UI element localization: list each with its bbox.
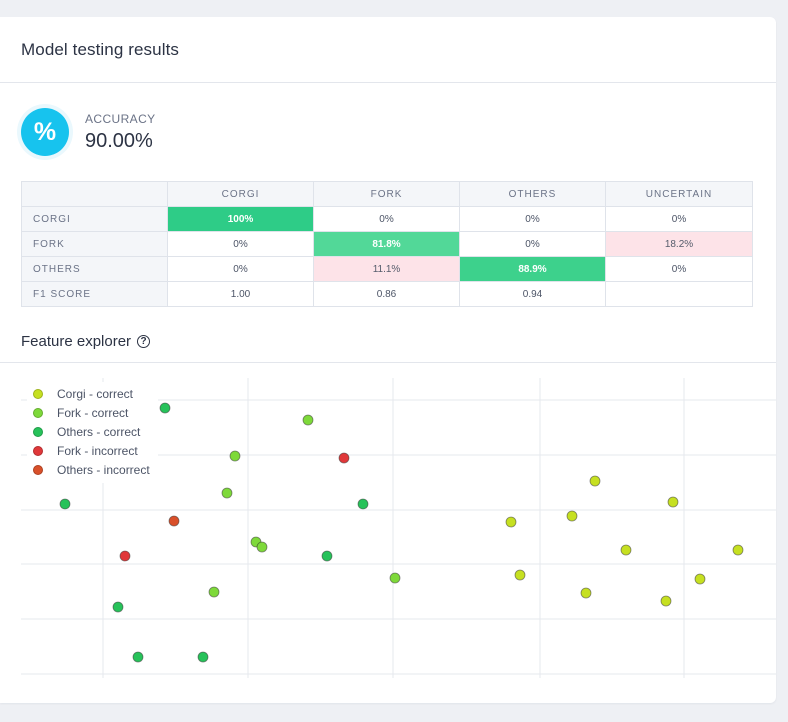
accuracy-summary: % ACCURACY 90.00% (21, 108, 156, 156)
legend-swatch (33, 388, 43, 399)
model-testing-card: Model testing results % ACCURACY 90.00% … (0, 17, 776, 703)
scatter-point[interactable] (321, 550, 333, 562)
matrix-cell: 0% (313, 206, 460, 232)
scatter-point[interactable] (620, 544, 632, 556)
feature-explorer-title: Feature explorer ? (21, 333, 151, 350)
legend-item[interactable]: Fork - correct (33, 403, 150, 422)
confusion-matrix: CORGI FORK OTHERS UNCERTAIN CORGI 100% 0… (21, 181, 753, 307)
matrix-column-header: CORGI (167, 181, 314, 207)
scatter-point[interactable] (589, 475, 601, 487)
legend-swatch (33, 445, 43, 456)
scatter-point[interactable] (59, 498, 71, 510)
scatter-point[interactable] (732, 544, 744, 556)
matrix-header-row: CORGI FORK OTHERS UNCERTAIN (21, 181, 753, 207)
scatter-point[interactable] (197, 651, 209, 663)
matrix-row-label: FORK (21, 231, 168, 257)
scatter-point[interactable] (168, 515, 180, 527)
matrix-cell: 0.86 (313, 281, 460, 307)
scatter-point[interactable] (229, 450, 241, 462)
legend-label: Corgi - correct (57, 386, 134, 401)
scatter-point[interactable] (357, 498, 369, 510)
matrix-cell: 88.9% (459, 256, 606, 282)
matrix-cell: 0% (459, 231, 606, 257)
feature-explorer-label: Feature explorer (21, 333, 132, 350)
scatter-point[interactable] (112, 601, 124, 613)
legend-item[interactable]: Others - incorrect (33, 460, 150, 479)
scatter-point[interactable] (221, 487, 233, 499)
matrix-row-f1: F1 SCORE 1.00 0.86 0.94 (21, 281, 753, 307)
legend-item[interactable]: Others - correct (33, 422, 150, 441)
matrix-row-corgi: CORGI 100% 0% 0% 0% (21, 206, 753, 232)
matrix-column-header: OTHERS (459, 181, 606, 207)
matrix-column-header: UNCERTAIN (605, 181, 753, 207)
matrix-cell: 0% (167, 231, 314, 257)
matrix-cell: 0% (167, 256, 314, 282)
matrix-row-label: CORGI (21, 206, 168, 232)
scatter-point[interactable] (256, 541, 268, 553)
scatter-point[interactable] (119, 550, 131, 562)
scatter-point[interactable] (208, 586, 220, 598)
legend-item[interactable]: Fork - incorrect (33, 441, 150, 460)
legend-label: Fork - correct (57, 405, 129, 420)
matrix-cell: 81.8% (313, 231, 460, 257)
accuracy-value: 90.00% (85, 129, 153, 152)
matrix-corner-cell (21, 181, 168, 207)
matrix-column-header: FORK (313, 181, 460, 207)
scatter-point[interactable] (302, 414, 314, 426)
matrix-row-others: OTHERS 0% 11.1% 88.9% 0% (21, 256, 753, 282)
matrix-row-label: F1 SCORE (21, 281, 168, 307)
matrix-row-label: OTHERS (21, 256, 168, 282)
legend-swatch (33, 407, 43, 418)
scatter-point[interactable] (667, 496, 679, 508)
matrix-cell: 0% (459, 206, 606, 232)
legend-label: Fork - incorrect (57, 443, 138, 458)
scatter-point[interactable] (580, 587, 592, 599)
legend-swatch (33, 464, 43, 475)
matrix-cell: 11.1% (313, 256, 460, 282)
matrix-cell: 18.2% (605, 231, 753, 257)
matrix-cell: 0% (605, 206, 753, 232)
matrix-cell (605, 281, 753, 307)
feature-explorer-plot[interactable]: Corgi - correct Fork - correct Others - co… (0, 378, 776, 678)
matrix-cell: 1.00 (167, 281, 314, 307)
accuracy-label: ACCURACY (85, 111, 156, 126)
scatter-point[interactable] (660, 595, 672, 607)
scatter-point[interactable] (338, 452, 350, 464)
legend-label: Others - correct (57, 424, 141, 439)
matrix-cell: 0% (605, 256, 753, 282)
card-header: Model testing results (0, 17, 776, 83)
scatter-point[interactable] (566, 510, 578, 522)
scatter-point[interactable] (159, 402, 171, 414)
scatter-point[interactable] (694, 573, 706, 585)
help-circle-icon[interactable]: ? (137, 335, 151, 348)
legend-item[interactable]: Corgi - correct (33, 384, 150, 403)
scatter-point[interactable] (389, 572, 401, 584)
matrix-cell: 0.94 (459, 281, 606, 307)
percent-icon: % (21, 108, 69, 156)
matrix-row-fork: FORK 0% 81.8% 0% 18.2% (21, 231, 753, 257)
scatter-point[interactable] (132, 651, 144, 663)
card-title: Model testing results (21, 39, 180, 59)
legend-label: Others - incorrect (57, 462, 150, 477)
section-divider (0, 362, 776, 363)
matrix-cell: 100% (167, 206, 314, 232)
scatter-point[interactable] (514, 569, 526, 581)
legend-swatch (33, 426, 43, 437)
accuracy-text: ACCURACY 90.00% (85, 112, 156, 153)
scatter-point[interactable] (505, 516, 517, 528)
plot-legend: Corgi - correct Fork - correct Others - co… (27, 382, 158, 483)
